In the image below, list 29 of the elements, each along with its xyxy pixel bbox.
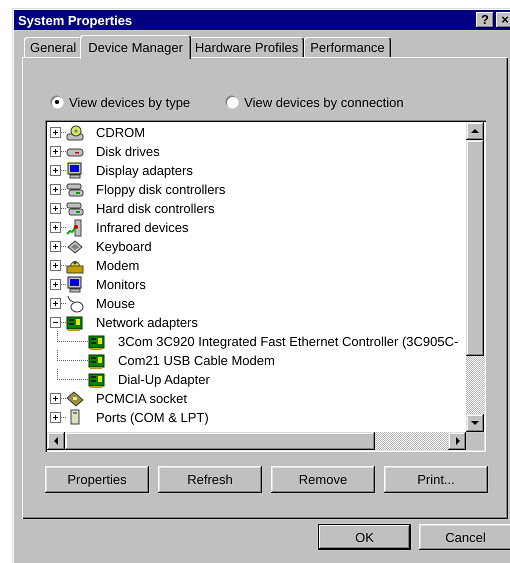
action-button[interactable]: Remove bbox=[271, 466, 375, 493]
close-button[interactable]: × bbox=[496, 12, 510, 28]
tree-item[interactable]: Keyboard bbox=[96, 239, 152, 254]
action-button[interactable]: Properties bbox=[45, 466, 149, 493]
tree-item[interactable]: Infrared devices bbox=[96, 220, 188, 235]
tree-item[interactable]: Modem bbox=[96, 258, 140, 273]
dialog-button[interactable]: OK bbox=[318, 524, 411, 550]
tree-item[interactable]: Hard disk controllers bbox=[96, 201, 214, 216]
tree-item[interactable]: Monitors bbox=[96, 277, 146, 292]
tab[interactable]: Hardware Profiles bbox=[188, 37, 304, 58]
tree-item[interactable]: 3Com 3C920 Integrated Fast Ethernet Controller (3C905C- bbox=[118, 334, 458, 349]
tree-item[interactable]: Network adapters bbox=[96, 315, 198, 330]
tree-item[interactable]: PCMCIA socket bbox=[96, 391, 188, 406]
tree-item[interactable]: Mouse bbox=[96, 296, 136, 311]
tab[interactable]: Performance bbox=[304, 37, 391, 58]
tree-item[interactable]: Dial-Up Adapter bbox=[118, 372, 210, 387]
action-button[interactable]: Refresh bbox=[158, 466, 262, 493]
dialog-button[interactable]: Cancel bbox=[419, 524, 510, 550]
tree-item[interactable]: Disk drives bbox=[96, 144, 160, 159]
action-button[interactable]: Print... bbox=[384, 466, 488, 493]
tab[interactable]: General bbox=[24, 37, 82, 58]
tree-item[interactable]: Display adapters bbox=[96, 163, 193, 178]
tree-item[interactable]: Ports (COM & LPT) bbox=[96, 410, 209, 425]
tree-item[interactable]: CDROM bbox=[96, 125, 146, 140]
tree-item[interactable]: Com21 USB Cable Modem bbox=[118, 353, 275, 368]
help-button[interactable]: ? bbox=[476, 12, 494, 28]
tree-item[interactable]: Floppy disk controllers bbox=[96, 182, 226, 197]
window-title: System Properties bbox=[18, 12, 132, 28]
tab[interactable]: Device Manager bbox=[80, 35, 191, 59]
